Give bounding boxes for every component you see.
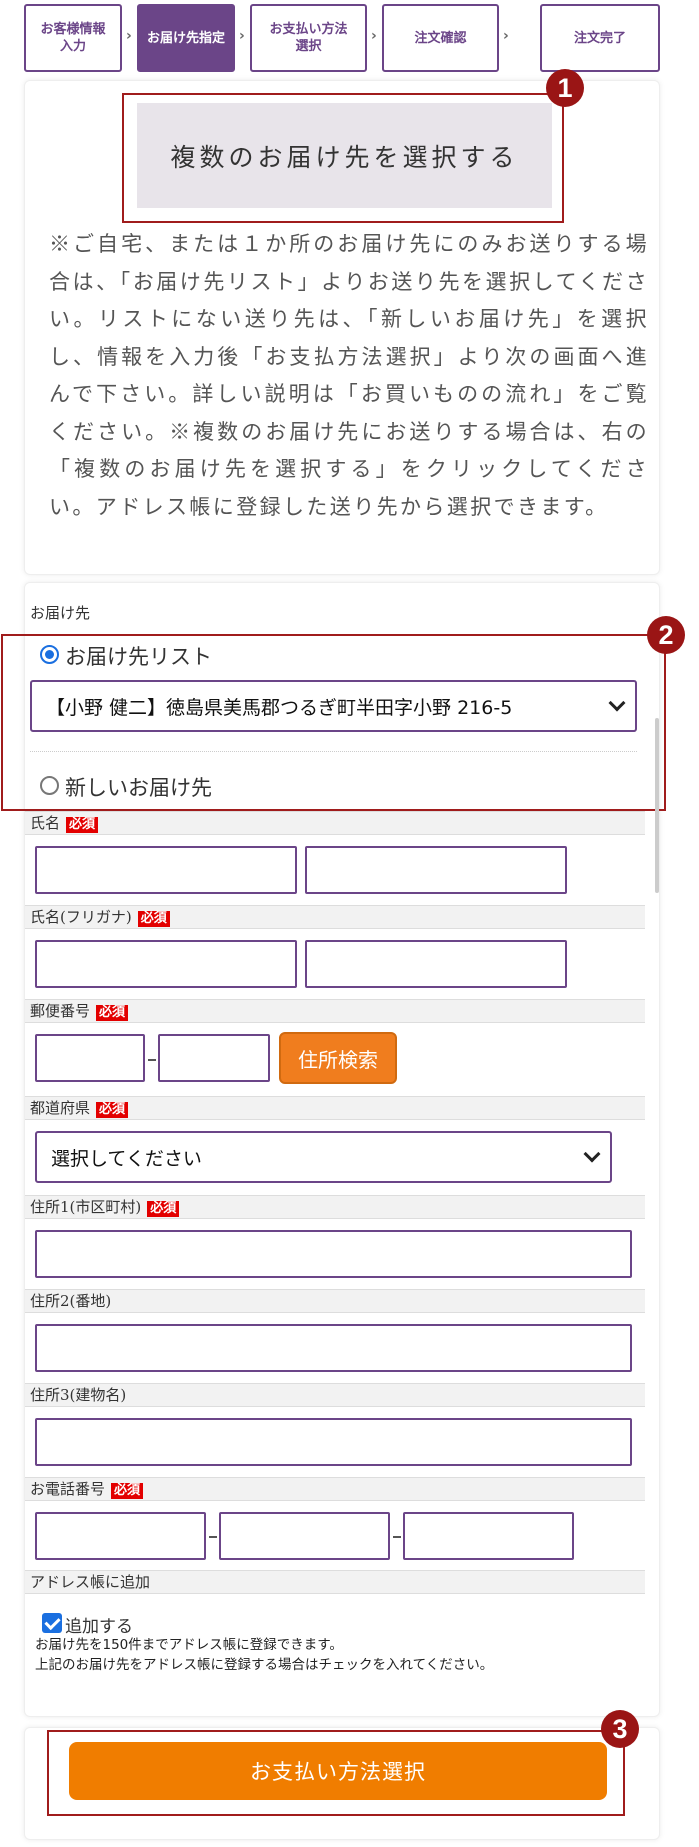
label-text: 住所1(市区町村) <box>30 1198 142 1216</box>
delivery-form-panel: お届け先 お届け先リスト 【小野 健二】徳島県美馬郡つるぎ町半田字小野 216-… <box>1 582 685 1717</box>
radio-destination-list[interactable] <box>40 645 59 664</box>
payment-button-panel: お支払い方法選択 3 <box>24 1710 660 1840</box>
phone-third-input[interactable] <box>403 1512 574 1560</box>
address-list-select[interactable]: 【小野 健二】徳島県美馬郡つるぎ町半田字小野 216-5 <box>30 680 637 732</box>
step-separator: › <box>503 28 509 44</box>
radio-new-destination[interactable] <box>40 776 59 795</box>
addressbook-note-2: 上記のお届け先をアドレス帳に登録する場合はチェックを入れてください。 <box>35 1657 494 1673</box>
address-select-value: 【小野 健二】徳島県美馬郡つるぎ町半田字小野 216-5 <box>46 696 513 719</box>
prefecture-select[interactable]: 選択してください <box>35 1131 612 1183</box>
phone-first-input[interactable] <box>35 1512 206 1560</box>
badge-number-1: 1 <box>546 69 584 107</box>
divider <box>30 751 637 752</box>
zip-code-second-input[interactable] <box>158 1034 270 1082</box>
last-name-input[interactable] <box>35 846 297 894</box>
chevron-down-icon <box>608 694 626 712</box>
radio-destination-list-label: お届け先リスト <box>65 645 212 669</box>
addressbook-note-1: お届け先を150件までアドレス帳に登録できます。 <box>35 1637 343 1653</box>
checkout-steps: お客様情報 入力 › お届け先指定 › お支払い方法 選択 › 注文確認 › 注… <box>24 4 660 72</box>
field-label-addressbook: アドレス帳に追加 <box>25 1570 645 1594</box>
address3-input[interactable] <box>35 1418 632 1466</box>
step-customer-info: お客様情報 入力 <box>24 4 122 72</box>
required-badge: 必須 <box>137 911 170 927</box>
required-badge: 必須 <box>66 817 99 833</box>
badge-number-2: 2 <box>647 616 685 654</box>
required-badge: 必須 <box>96 1005 129 1021</box>
field-label-address1: 住所1(市区町村) 必須 <box>25 1195 645 1219</box>
hyphen <box>209 1536 217 1538</box>
label-text: 氏名 <box>30 814 61 832</box>
step-payment: お支払い方法 選択 <box>250 4 367 72</box>
label-text: お電話番号 <box>30 1480 106 1498</box>
field-label-address3: 住所3(建物名) <box>25 1383 645 1407</box>
required-badge: 必須 <box>96 1102 129 1118</box>
field-label-kana: 氏名(フリガナ) 必須 <box>25 905 645 929</box>
hyphen <box>148 1059 156 1061</box>
zip-code-first-input[interactable] <box>35 1034 145 1082</box>
multi-destination-panel: 複数のお届け先を選択する 1 ※ご自宅、または１か所のお届け先にのみお送りする場… <box>24 69 660 575</box>
phone-second-input[interactable] <box>219 1512 390 1560</box>
label-text: アドレス帳に追加 <box>30 1573 151 1591</box>
step-confirm: 注文確認 <box>382 4 499 72</box>
payment-method-button[interactable]: お支払い方法選択 <box>69 1742 607 1800</box>
label-text: 都道府県 <box>30 1099 91 1117</box>
field-label-zip: 郵便番号 必須 <box>25 999 645 1023</box>
address-search-button[interactable]: 住所検索 <box>279 1032 397 1084</box>
first-name-input[interactable] <box>305 846 567 894</box>
step-separator: › <box>371 28 377 44</box>
radio-new-destination-label: 新しいお届け先 <box>65 776 212 800</box>
scrollbar-thumb[interactable] <box>655 718 659 893</box>
field-label-name: 氏名 必須 <box>25 811 645 835</box>
required-badge: 必須 <box>111 1483 144 1499</box>
step-separator: › <box>239 28 245 44</box>
add-to-addressbook-checkbox[interactable] <box>42 1613 62 1633</box>
required-badge: 必須 <box>147 1201 180 1217</box>
chevron-down-icon <box>583 1145 601 1163</box>
badge-number-3: 3 <box>601 1710 639 1748</box>
label-text: 住所3(建物名) <box>30 1386 127 1404</box>
step-delivery: お届け先指定 <box>137 4 235 72</box>
last-name-kana-input[interactable] <box>35 940 297 988</box>
prefecture-select-value: 選択してください <box>51 1147 202 1170</box>
step-complete: 注文完了 <box>540 4 660 72</box>
label-text: 住所2(番地) <box>30 1292 112 1310</box>
address1-input[interactable] <box>35 1230 632 1278</box>
notice-text: ※ご自宅、または１か所のお届け先にのみお送りする場合は、「お届け先リスト」よりお… <box>49 232 649 519</box>
label-text: 氏名(フリガナ) <box>30 908 132 926</box>
address2-input[interactable] <box>35 1324 632 1372</box>
label-text: 郵便番号 <box>30 1002 91 1020</box>
field-label-prefecture: 都道府県 必須 <box>25 1096 645 1120</box>
add-to-addressbook-label: 追加する <box>65 1617 133 1637</box>
field-label-phone: お電話番号 必須 <box>25 1477 645 1501</box>
step-separator: › <box>126 28 132 44</box>
select-multiple-destinations-button[interactable]: 複数のお届け先を選択する <box>137 103 552 208</box>
first-name-kana-input[interactable] <box>305 940 567 988</box>
section-label-destination: お届け先 <box>30 604 91 622</box>
field-label-address2: 住所2(番地) <box>25 1289 645 1313</box>
hyphen <box>393 1536 401 1538</box>
